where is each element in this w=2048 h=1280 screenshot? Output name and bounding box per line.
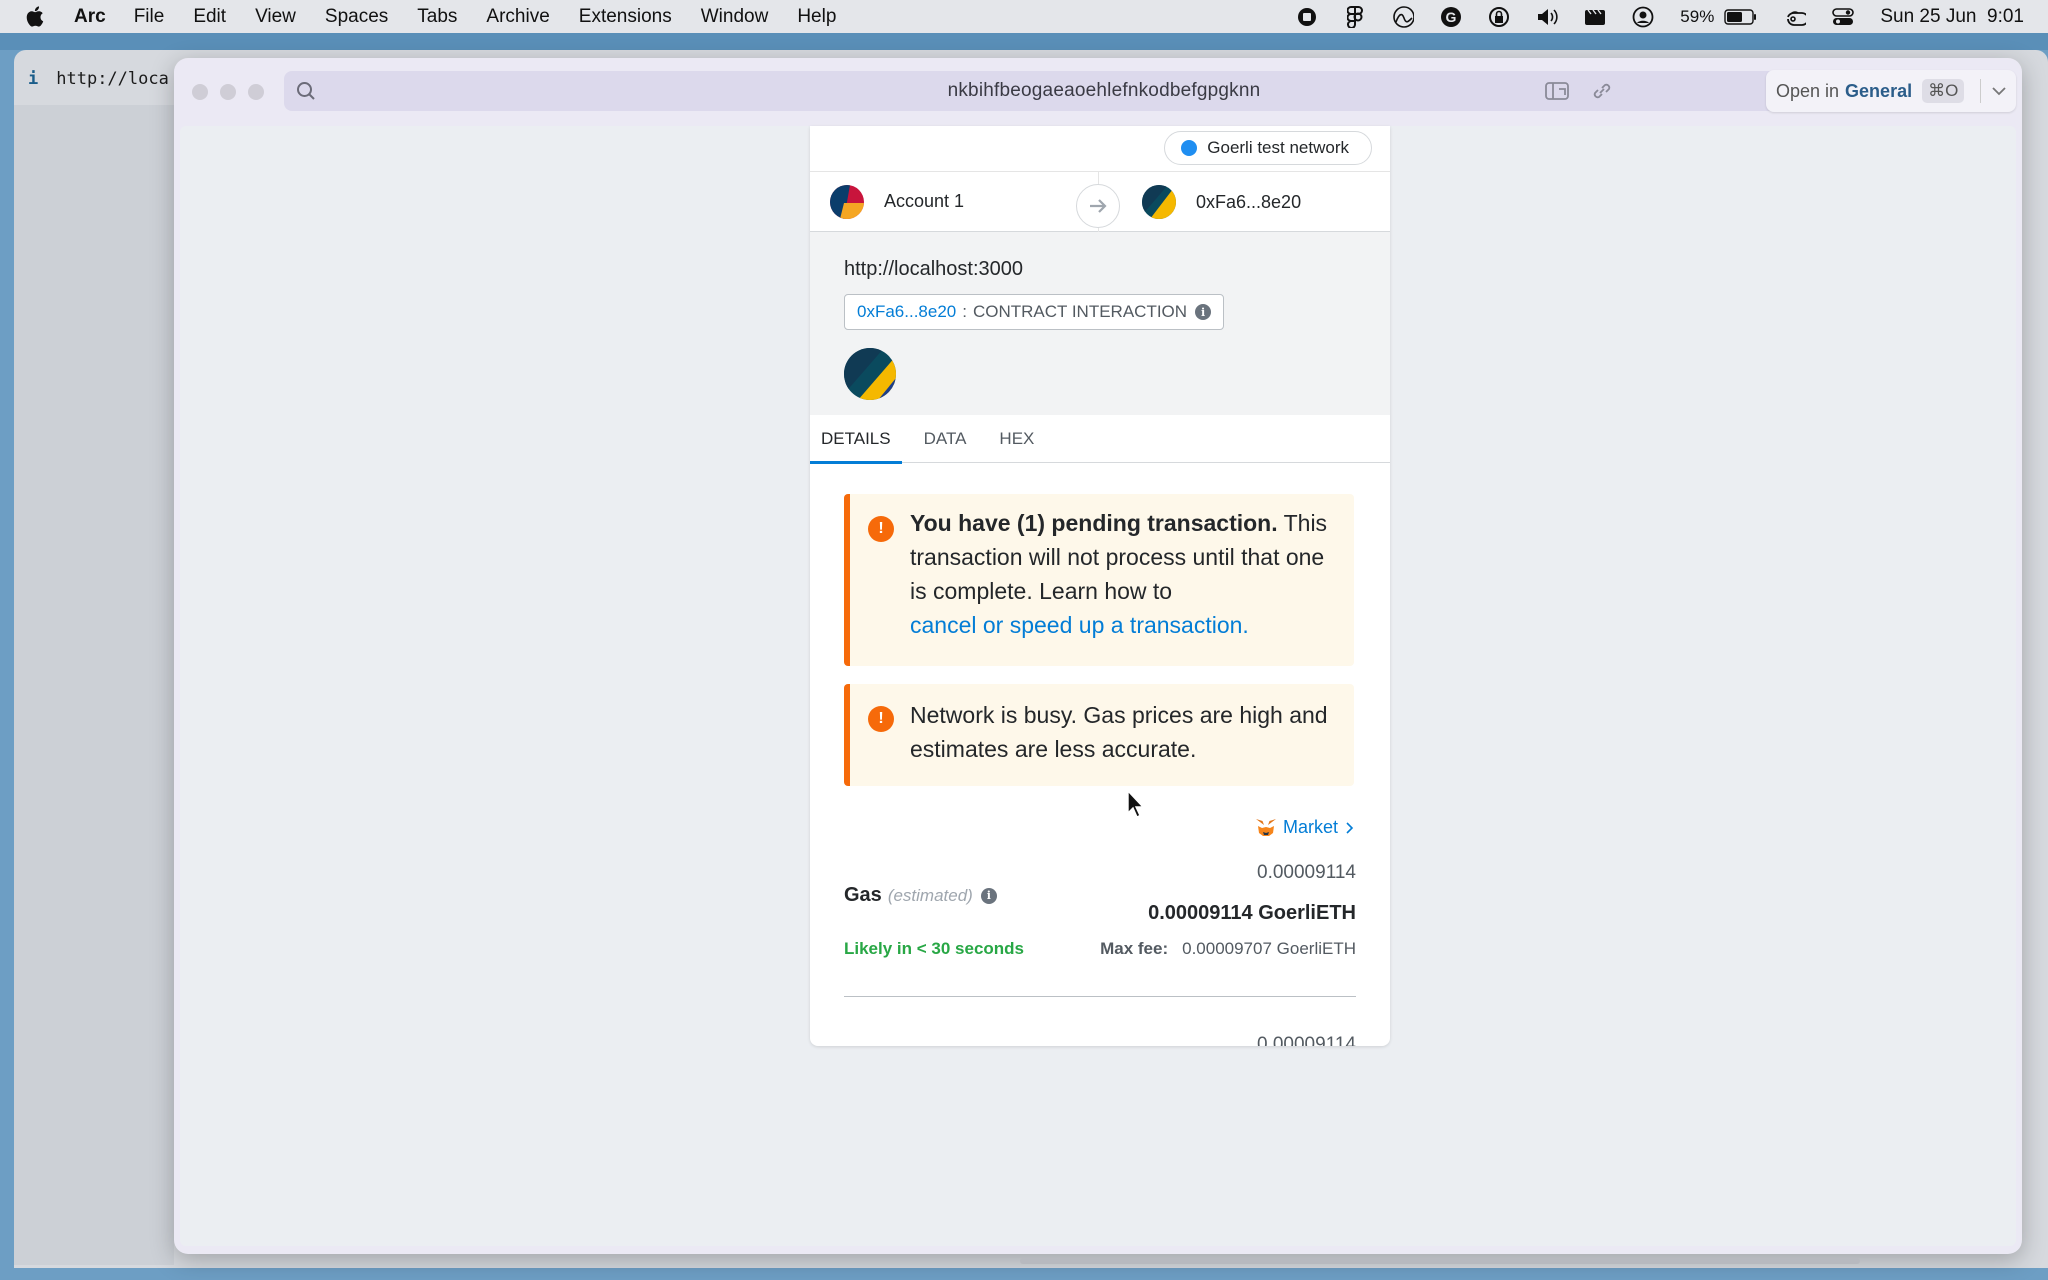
mouse-cursor-icon: [1127, 790, 1145, 818]
open-in-shortcut: ⌘O: [1922, 79, 1965, 103]
network-row: Goerli test network: [810, 126, 1390, 172]
menu-spaces[interactable]: Spaces: [325, 6, 388, 28]
copy-link-icon[interactable]: [1590, 79, 1614, 103]
gas-native-value: 0.00009114 GoerliETH: [1148, 902, 1356, 924]
arc-curve-icon[interactable]: [1392, 5, 1415, 28]
url-actions: [1544, 79, 1614, 103]
minimize-window-button[interactable]: [220, 84, 236, 100]
pending-transaction-alert: ! You have (1) pending transaction. This…: [844, 494, 1354, 666]
contract-method-pill: 0xFa6...8e20 : CONTRACT INTERACTION i: [844, 294, 1225, 330]
pending-alert-text: You have (1) pending transaction. This t…: [910, 506, 1340, 642]
password-lock-icon[interactable]: [1488, 6, 1510, 28]
battery-icon[interactable]: [1724, 6, 1758, 28]
menu-file[interactable]: File: [134, 6, 165, 28]
menu-bar: Arc File Edit View Spaces Tabs Archive E…: [0, 0, 2048, 33]
origin-url: http://localhost:3000: [844, 258, 1024, 280]
close-window-button[interactable]: [192, 84, 208, 100]
network-dot-icon: [1181, 140, 1198, 156]
background-tab[interactable]: i http://loca: [28, 64, 169, 94]
details-tabs: DETAILS DATA HEX: [810, 415, 1390, 464]
gas-timing-estimate: Likely in < 30 seconds: [844, 939, 1025, 958]
clapperboard-icon[interactable]: [1584, 6, 1606, 28]
cancel-speed-up-link[interactable]: cancel or speed up a transaction.: [910, 612, 1249, 638]
chevron-right-icon: [1346, 821, 1354, 834]
contract-identicon: [844, 348, 896, 400]
url-text: nkbihfbeogaeaoehlefnkodbefgpgknn: [947, 80, 1261, 101]
search-icon: [297, 82, 315, 100]
fox-icon: [1255, 818, 1276, 836]
horizontal-scrollbar[interactable]: [1020, 1258, 1860, 1264]
zoom-window-button[interactable]: [248, 84, 264, 100]
metamask-confirm-panel: Goerli test network Account 1 0xFa6...8e…: [810, 126, 1390, 1046]
open-in-prefix: Open in: [1776, 80, 1840, 101]
background-tab-url: http://loca: [56, 69, 169, 89]
arrow-right-icon: [1076, 184, 1120, 228]
site-info-icon[interactable]: i: [28, 69, 38, 89]
total-value: 0.00009114: [1257, 1034, 1356, 1046]
menubar-clock[interactable]: Sun 25 Jun 9:01: [1880, 6, 2024, 28]
control-center-icon[interactable]: [1832, 6, 1855, 28]
max-fee-value: 0.00009707 GoerliETH: [1182, 939, 1356, 958]
user-circle-icon[interactable]: [1632, 6, 1654, 28]
from-account[interactable]: Account 1: [830, 184, 965, 219]
tab-data[interactable]: DATA: [913, 415, 978, 463]
figma-icon[interactable]: [1344, 5, 1366, 28]
network-name: Goerli test network: [1207, 138, 1349, 157]
info-icon[interactable]: i: [980, 887, 997, 904]
max-fee: Max fee: 0.00009707 GoerliETH: [1100, 939, 1356, 959]
tab-details[interactable]: DETAILS: [810, 415, 902, 464]
max-fee-label: Max fee:: [1100, 939, 1169, 958]
divider: [844, 996, 1356, 997]
warning-icon: !: [868, 706, 894, 732]
menu-view[interactable]: View: [255, 6, 296, 28]
menubar-status-area: G 59% Sun 25 Jun 9:01: [1296, 0, 2024, 33]
gas-fee-market-button[interactable]: Market: [1255, 817, 1356, 838]
to-account-address: 0xFa6...8e20: [1196, 191, 1302, 212]
menu-app-name[interactable]: Arc: [74, 6, 106, 28]
grammarly-icon[interactable]: G: [1440, 6, 1462, 28]
network-busy-alert: ! Network is busy. Gas prices are high a…: [844, 684, 1354, 786]
network-busy-text: Network is busy. Gas prices are high and…: [910, 702, 1328, 762]
menu-edit[interactable]: Edit: [193, 6, 226, 28]
network-selector[interactable]: Goerli test network: [1164, 131, 1372, 165]
volume-icon[interactable]: [1536, 6, 1558, 28]
transaction-origin: http://localhost:3000 0xFa6...8e20 : CON…: [810, 232, 1390, 415]
info-icon[interactable]: i: [1195, 304, 1212, 320]
contract-address-link[interactable]: 0xFa6...8e20: [857, 302, 956, 322]
account-avatar: [830, 184, 864, 219]
market-label: Market: [1282, 817, 1338, 837]
record-icon[interactable]: [1296, 6, 1318, 28]
account-row: Account 1 0xFa6...8e20: [810, 172, 1390, 232]
menu-window[interactable]: Window: [701, 6, 769, 28]
method-label: CONTRACT INTERACTION: [972, 302, 1188, 321]
url-bar[interactable]: nkbihfbeogaeaoehlefnkodbefgpgknn: [284, 71, 1924, 111]
gas-label-text: Gas: [844, 884, 882, 906]
from-account-name: Account 1: [884, 191, 965, 211]
menu-help[interactable]: Help: [797, 6, 836, 28]
menu-tabs[interactable]: Tabs: [417, 6, 457, 28]
battery-percent: 59%: [1680, 6, 1715, 26]
extension-icon[interactable]: [1544, 79, 1572, 103]
open-in-space-name: General: [1845, 80, 1913, 101]
open-in-space-button[interactable]: Open in General ⌘O: [1766, 70, 2016, 112]
gas-label: Gas (estimated) i: [844, 884, 997, 907]
apple-icon[interactable]: [24, 5, 52, 28]
pending-alert-title: You have (1) pending transaction.: [910, 510, 1278, 536]
to-account[interactable]: 0xFa6...8e20: [1142, 185, 1301, 219]
recipient-avatar: [1142, 185, 1176, 219]
tab-hex[interactable]: HEX: [988, 415, 1045, 463]
chevron-down-icon[interactable]: [1980, 79, 2007, 103]
menu-extensions[interactable]: Extensions: [579, 6, 672, 28]
menu-archive[interactable]: Archive: [486, 6, 549, 28]
svg-text:G: G: [1446, 9, 1457, 25]
window-controls: [192, 84, 264, 100]
background-content: [14, 105, 174, 1265]
gas-estimated-text: (estimated): [887, 885, 973, 905]
screen-mirroring-icon[interactable]: [1784, 6, 1807, 28]
method-separator: :: [962, 302, 967, 321]
gas-fiat-value: 0.00009114: [1257, 862, 1356, 883]
warning-icon: !: [868, 516, 894, 542]
